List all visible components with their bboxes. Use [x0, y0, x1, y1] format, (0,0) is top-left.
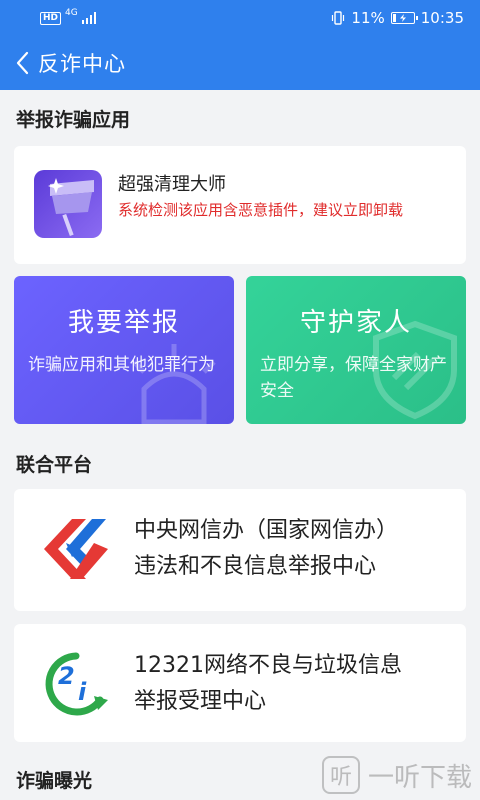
- broom-app-icon: [34, 170, 102, 238]
- watermark-logo: 听: [321, 756, 360, 794]
- battery-percent: 11%: [351, 9, 385, 27]
- report-tile[interactable]: 我要举报 诈骗应用和其他犯罪行为: [14, 276, 234, 424]
- page-title: 反诈中心: [38, 52, 126, 76]
- chevron-left-icon[interactable]: [10, 49, 34, 77]
- section-heading-joint-platform: 联合平台: [16, 454, 93, 476]
- signal-icon: [81, 12, 96, 24]
- report-desc: 诈骗应用和其他犯罪行为: [28, 355, 215, 375]
- network-type: 4G: [65, 8, 78, 18]
- app-warning: 系统检测该应用含恶意插件，建议立即卸载: [118, 201, 404, 219]
- malicious-app-card[interactable]: 超强清理大师 系统检测该应用含恶意插件，建议立即卸载: [14, 146, 466, 264]
- status-left: HD 4G: [40, 8, 96, 25]
- watermark: 听 一听下载: [321, 756, 472, 794]
- family-title: 守护家人: [299, 308, 412, 338]
- svg-text:i: i: [78, 678, 87, 706]
- battery-icon: [390, 12, 418, 24]
- cac-report-logo: [36, 513, 116, 585]
- app-name: 超强清理大师: [118, 174, 226, 195]
- hd-badge: HD: [40, 11, 62, 25]
- family-desc: 立即分享，保障全家财产安全: [260, 355, 447, 401]
- section-heading-report-app: 举报诈骗应用: [16, 109, 131, 131]
- svg-text:2: 2: [58, 662, 75, 690]
- title-bar: 反诈中心: [0, 36, 480, 90]
- status-right: 11% 10:35: [331, 9, 464, 27]
- watermark-text: 一听下载: [367, 762, 472, 793]
- platform-text: 中央网信办（国家网信办） 违法和不良信息举报中心: [134, 513, 454, 585]
- platform-line1: 12321网络不良与垃圾信息: [134, 653, 402, 678]
- protect-family-tile[interactable]: 守护家人 立即分享，保障全家财产安全: [246, 276, 466, 424]
- clock: 10:35: [420, 9, 464, 27]
- platform-line1: 中央网信办（国家网信办）: [134, 518, 399, 543]
- status-bar: HD 4G 11% 10:35: [0, 0, 480, 36]
- vibrate-icon: [331, 11, 345, 25]
- platform-text: 12321网络不良与垃圾信息 举报受理中心: [134, 648, 454, 720]
- 12321-logo: 2 i: [36, 648, 116, 720]
- platform-item-12321[interactable]: 2 i 12321网络不良与垃圾信息 举报受理中心: [14, 624, 466, 742]
- section-heading-fraud-exposure: 诈骗曝光: [16, 770, 93, 792]
- platform-line2: 违法和不良信息举报中心: [134, 554, 377, 579]
- platform-line2: 举报受理中心: [134, 689, 267, 714]
- report-title: 我要举报: [67, 308, 180, 338]
- platform-item-cac[interactable]: 中央网信办（国家网信办） 违法和不良信息举报中心: [14, 489, 466, 611]
